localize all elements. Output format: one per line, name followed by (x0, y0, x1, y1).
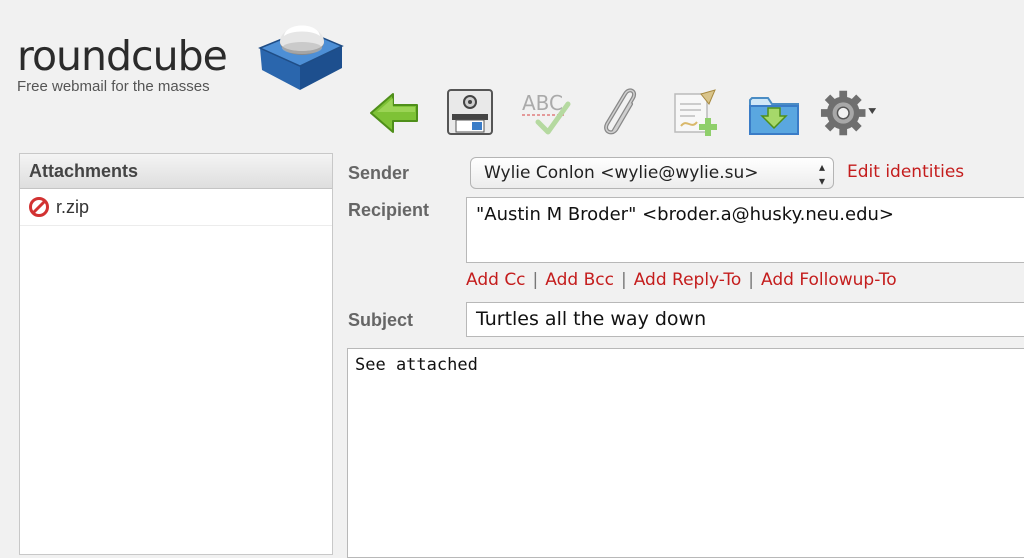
spellcheck-button[interactable]: ABC (516, 83, 576, 143)
send-mail-icon (447, 89, 493, 135)
subject-label: Subject (348, 310, 414, 330)
add-bcc-link[interactable]: Add Bcc (545, 270, 614, 290)
recipient-field[interactable]: "Austin M Broder" <broder.a@husky.neu.ed… (466, 197, 1024, 263)
attachments-header: Attachments (20, 154, 332, 189)
add-cc-link[interactable]: Add Cc (466, 270, 526, 290)
logo-tagline: Free webmail for the masses (17, 78, 210, 95)
roundcube-logo: roundcube Free webmail for the masses (14, 12, 354, 102)
save-draft-button[interactable] (744, 83, 804, 143)
attachment-item[interactable]: r.zip (20, 189, 332, 226)
back-arrow-icon (370, 93, 418, 133)
logo-cube-icon (258, 25, 344, 90)
spellcheck-icon: ABC (522, 91, 571, 135)
sender-select[interactable]: Wylie Conlon <wylie@wylie.su> ▴ ▾ (470, 157, 834, 189)
subject-field[interactable]: Turtles all the way down (466, 302, 1024, 337)
chevron-down-icon (868, 108, 877, 114)
edit-identities-link[interactable]: Edit identities (847, 162, 964, 182)
signature-icon (674, 89, 717, 136)
send-button[interactable] (440, 83, 500, 143)
attachment-filename: r.zip (56, 196, 90, 217)
logo-wordmark: roundcube (17, 32, 228, 80)
message-body-text: See attached (355, 355, 478, 375)
sender-value: Wylie Conlon <wylie@wylie.su> (484, 163, 759, 183)
save-draft-icon (749, 97, 799, 135)
message-body-editor[interactable]: See attached (347, 348, 1024, 558)
delete-icon[interactable] (28, 196, 50, 218)
recipient-label: Recipient (348, 200, 430, 220)
back-button[interactable] (364, 83, 424, 143)
separator: | (532, 270, 539, 290)
add-followup-to-link[interactable]: Add Followup-To (761, 270, 897, 290)
sender-label: Sender (348, 163, 410, 183)
options-button[interactable] (820, 83, 880, 143)
signature-button[interactable] (668, 83, 728, 143)
paperclip-icon (604, 88, 636, 135)
gear-icon (820, 90, 877, 136)
attachments-panel: Attachments r.zip (19, 153, 333, 555)
attach-button[interactable] (592, 83, 652, 143)
recipient-value: "Austin M Broder" <broder.a@husky.neu.ed… (476, 204, 894, 225)
select-arrows-icon: ▴ ▾ (818, 160, 825, 188)
svg-text:ABC: ABC (522, 91, 563, 115)
add-reply-to-link[interactable]: Add Reply-To (634, 270, 742, 290)
compose-toolbar: ABC (364, 82, 896, 144)
subject-value: Turtles all the way down (476, 308, 707, 330)
add-header-links: Add Cc | Add Bcc | Add Reply-To | Add Followup… (466, 270, 897, 290)
separator: | (748, 270, 755, 290)
separator: | (620, 270, 627, 290)
